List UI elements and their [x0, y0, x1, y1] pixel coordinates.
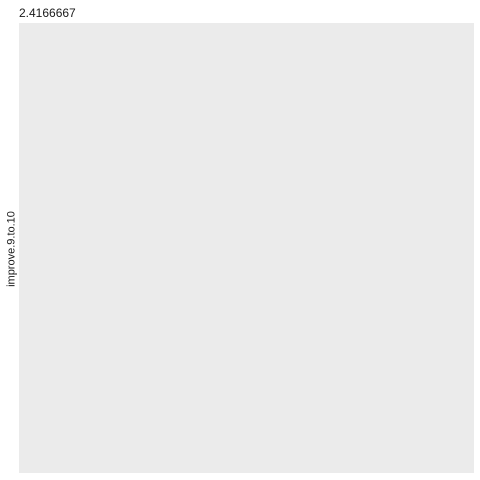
panel-title: 2.4166667	[19, 6, 76, 20]
y-axis-label: improve.9.to.10	[5, 211, 18, 287]
chart-figure: 2.4166667 improve.9.to.10	[0, 0, 480, 480]
plot-panel	[19, 23, 474, 473]
